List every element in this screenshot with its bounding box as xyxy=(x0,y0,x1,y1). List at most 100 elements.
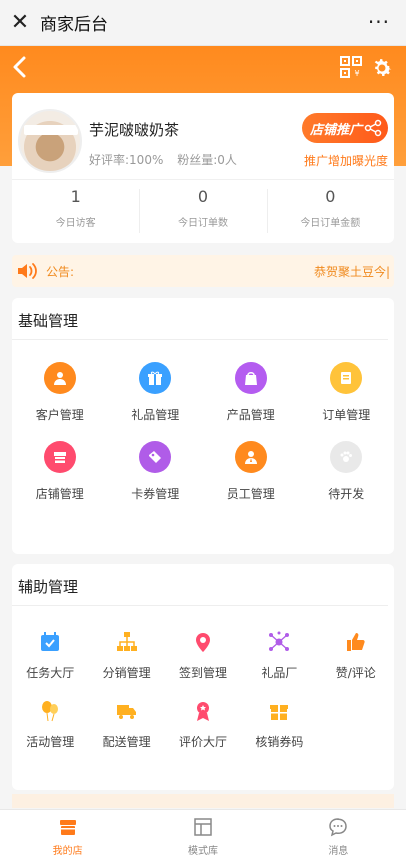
aux-item-2[interactable]: 签到管理 xyxy=(165,630,241,681)
item-label: 产品管理 xyxy=(226,408,275,422)
aux-item-1[interactable]: 分销管理 xyxy=(88,630,164,681)
stat-value: 0 xyxy=(325,187,336,206)
section-title: 基础管理 xyxy=(12,298,388,340)
item-label: 员工管理 xyxy=(226,487,275,501)
basic-item-3[interactable]: 订单管理 xyxy=(299,362,395,423)
stat-label: 今日订单数 xyxy=(177,218,228,229)
basic-item-7[interactable]: 待开发 xyxy=(299,441,395,502)
item-label: 配送管理 xyxy=(102,735,151,749)
item-label: 待开发 xyxy=(328,487,365,501)
award-icon xyxy=(196,702,209,721)
item-label: 核销券码 xyxy=(255,735,304,749)
item-label: 礼品厂 xyxy=(261,666,298,680)
rating-text: 好评率:100% xyxy=(89,153,164,167)
location-pin-icon xyxy=(195,633,210,652)
item-label: 评价大厅 xyxy=(178,735,227,749)
order-icon xyxy=(330,362,363,394)
balloon-icon xyxy=(42,701,59,722)
aux-item-6[interactable]: 配送管理 xyxy=(88,699,164,750)
paw-icon xyxy=(330,441,363,473)
item-label: 活动管理 xyxy=(26,735,75,749)
aux-item-8[interactable]: 核销券码 xyxy=(241,699,317,750)
product-icon xyxy=(234,362,267,394)
aux-item-7[interactable]: 评价大厅 xyxy=(165,699,241,750)
chat-icon xyxy=(329,818,348,837)
tab-0[interactable]: 我的店 xyxy=(0,810,135,861)
promo-button-label: 店铺推广 xyxy=(310,122,363,138)
title-bar: ✕ 商家后台 ··· xyxy=(0,0,406,46)
basic-grid: 客户管理 礼品管理 产品管理 订单管理店铺管理 卡券管理 员工管理 待开发 xyxy=(12,362,394,502)
basic-item-5[interactable]: 卡券管理 xyxy=(108,441,204,502)
speaker-icon xyxy=(18,263,37,279)
truck-icon xyxy=(116,705,136,719)
item-label: 赞/评论 xyxy=(335,666,376,680)
item-label: 客户管理 xyxy=(35,408,84,422)
basic-item-1[interactable]: 礼品管理 xyxy=(108,362,204,423)
aux-item-3[interactable]: 礼品厂 xyxy=(241,630,317,681)
today-stats: 1 今日访客 0 今日订单数 0 今日订单金额 xyxy=(12,187,394,237)
layout-icon xyxy=(194,818,212,836)
stat-amount: 0 今日订单金额 xyxy=(266,187,394,237)
item-label: 签到管理 xyxy=(178,666,227,680)
notice-text: 恭贺聚土豆今| xyxy=(313,264,390,279)
item-label: 订单管理 xyxy=(322,408,371,422)
tab-label: 消息 xyxy=(328,846,349,857)
gift-box-icon xyxy=(270,705,289,720)
aux-grid: 任务大厅 分销管理 签到管理 礼品厂 赞/评论活动管理 配送管理 评价大厅 核销券码 xyxy=(12,630,394,750)
close-icon[interactable]: ✕ xyxy=(0,10,40,35)
staff-icon xyxy=(234,441,267,473)
item-label: 店铺管理 xyxy=(35,487,84,501)
tab-label: 我的店 xyxy=(52,846,83,857)
item-label: 任务大厅 xyxy=(26,666,75,680)
item-label: 卡券管理 xyxy=(131,487,180,501)
tab-label: 模式库 xyxy=(187,846,218,857)
gift-icon xyxy=(139,362,172,394)
item-label: 礼品管理 xyxy=(131,408,180,422)
aux-item-0[interactable]: 任务大厅 xyxy=(12,630,88,681)
basic-item-6[interactable]: 员工管理 xyxy=(203,441,299,502)
fans-text: 粉丝量:0人 xyxy=(177,153,237,167)
coupon-icon xyxy=(139,441,172,473)
notice-bar[interactable]: 公告: 恭贺聚土豆今| xyxy=(12,255,394,287)
basic-item-4[interactable]: 店铺管理 xyxy=(12,441,108,502)
stat-value: 1 xyxy=(70,187,81,206)
more-menu-icon[interactable]: ··· xyxy=(368,10,390,34)
thumbs-up-icon xyxy=(346,633,365,651)
shop-icon xyxy=(43,441,76,473)
shop-promote-button[interactable]: 店铺推广 xyxy=(302,113,388,143)
shop-avatar[interactable] xyxy=(18,109,82,173)
hierarchy-icon xyxy=(116,632,137,651)
customer-icon xyxy=(43,362,76,394)
aux-item-4[interactable]: 赞/评论 xyxy=(318,630,394,681)
tab-bar: 我的店 模式库 消息 xyxy=(0,809,406,861)
network-icon xyxy=(269,631,290,651)
window-title: 商家后台 xyxy=(40,15,108,35)
stat-value: 0 xyxy=(197,187,209,206)
basic-item-2[interactable]: 产品管理 xyxy=(203,362,299,423)
stat-visitors: 1 今日访客 xyxy=(12,187,139,237)
item-label: 分销管理 xyxy=(102,666,151,680)
gear-icon[interactable] xyxy=(370,56,394,80)
shop-stats: 好评率:100% 粉丝量:0人 xyxy=(89,151,247,168)
section-title: 辅助管理 xyxy=(12,564,388,606)
back-icon[interactable] xyxy=(10,54,30,80)
promo-subtitle: 推广增加曝光度 xyxy=(303,154,388,168)
aux-item-5[interactable]: 活动管理 xyxy=(12,699,88,750)
stat-orders: 0 今日订单数 xyxy=(139,187,266,237)
qr-code-icon[interactable]: ¥ xyxy=(340,56,362,78)
stat-label: 今日访客 xyxy=(55,218,96,229)
basic-management-panel: 基础管理 客户管理 礼品管理 产品管理 订单管理店铺管理 卡券管理 员工管理 待开发 xyxy=(12,298,394,554)
bottom-strip xyxy=(12,794,394,808)
notice-label: 公告: xyxy=(46,264,75,279)
store-icon xyxy=(59,820,76,835)
aux-management-panel: 辅助管理 任务大厅 分销管理 签到管理 礼品厂 赞/评论活动管理 配送管理 评价大厅 核销券码 xyxy=(12,564,394,790)
tab-2[interactable]: 消息 xyxy=(271,810,406,861)
divider xyxy=(12,179,394,180)
basic-item-0[interactable]: 客户管理 xyxy=(12,362,108,423)
share-icon xyxy=(364,119,382,137)
tab-1[interactable]: 模式库 xyxy=(135,810,270,861)
calendar-icon xyxy=(41,632,60,651)
stat-label: 今日订单金额 xyxy=(300,218,361,229)
avatar-tag xyxy=(24,125,78,135)
svg-text:¥: ¥ xyxy=(354,69,359,78)
